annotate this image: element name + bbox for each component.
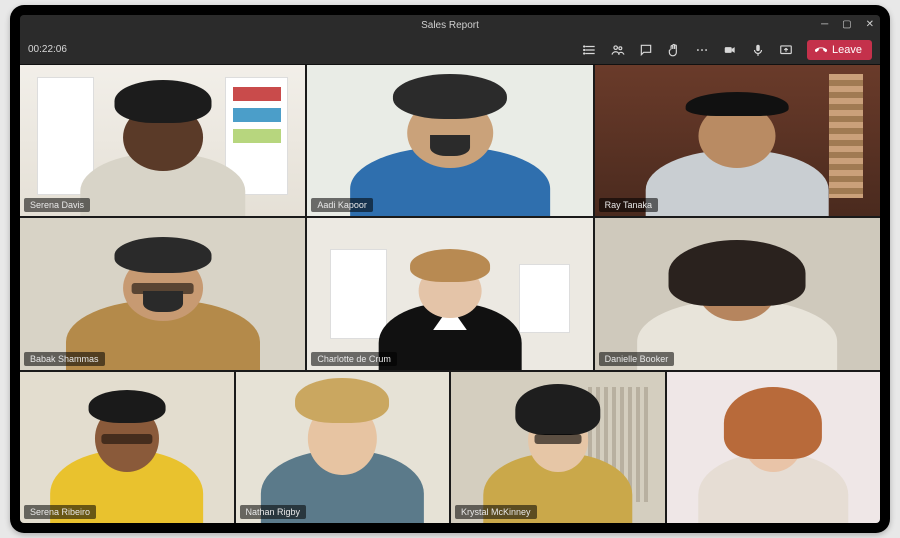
video-feed xyxy=(20,372,234,523)
window-controls: ─ ▢ ✕ xyxy=(821,15,874,35)
participant-tile[interactable] xyxy=(667,372,881,523)
participant-tile[interactable]: Ray Tanaka xyxy=(595,65,880,216)
video-feed xyxy=(595,218,880,369)
share-screen-icon[interactable] xyxy=(779,43,793,57)
video-feed xyxy=(307,218,592,369)
participant-name: Ray Tanaka xyxy=(599,198,658,212)
chat-icon[interactable] xyxy=(639,43,653,57)
participant-tile[interactable]: Serena Davis xyxy=(20,65,305,216)
participants-list-icon[interactable] xyxy=(583,43,597,57)
participant-name: Nathan Rigby xyxy=(240,505,307,519)
people-icon[interactable] xyxy=(611,43,625,57)
camera-icon[interactable] xyxy=(723,43,737,57)
video-feed xyxy=(20,65,305,216)
microphone-icon[interactable] xyxy=(751,43,765,57)
meeting-title: Sales Report xyxy=(421,20,479,31)
toolbar-actions: Leave xyxy=(583,40,872,60)
participant-name: Krystal McKinney xyxy=(455,505,537,519)
leave-button-label: Leave xyxy=(832,44,862,56)
participant-name: Charlotte de Crum xyxy=(311,352,397,366)
call-duration: 00:22:06 xyxy=(28,44,67,55)
video-feed xyxy=(595,65,880,216)
meeting-toolbar: 00:22:06 xyxy=(20,35,880,65)
video-feed xyxy=(236,372,450,523)
minimize-icon[interactable]: ─ xyxy=(821,20,828,30)
participant-name: Danielle Booker xyxy=(599,352,675,366)
video-grid: Serena Davis Aadi Kapoor Ray T xyxy=(20,65,880,523)
video-feed xyxy=(451,372,665,523)
title-bar: Sales Report ─ ▢ ✕ xyxy=(20,15,880,35)
more-actions-icon[interactable] xyxy=(695,43,709,57)
participant-tile[interactable]: Charlotte de Crum xyxy=(307,218,592,369)
raise-hand-icon[interactable] xyxy=(667,43,681,57)
participant-tile[interactable]: Babak Shammas xyxy=(20,218,305,369)
participant-tile[interactable]: Aadi Kapoor xyxy=(307,65,592,216)
video-feed xyxy=(20,218,305,369)
app-window: Sales Report ─ ▢ ✕ 00:22:06 xyxy=(20,15,880,523)
participant-tile[interactable]: Danielle Booker xyxy=(595,218,880,369)
close-icon[interactable]: ✕ xyxy=(866,20,874,30)
maximize-icon[interactable]: ▢ xyxy=(842,20,851,30)
participant-tile[interactable]: Nathan Rigby xyxy=(236,372,450,523)
participant-name: Serena Davis xyxy=(24,198,90,212)
video-feed xyxy=(307,65,592,216)
participant-name: Babak Shammas xyxy=(24,352,105,366)
video-feed xyxy=(667,372,881,523)
leave-button[interactable]: Leave xyxy=(807,40,872,60)
participant-tile[interactable]: Serena Ribeiro xyxy=(20,372,234,523)
participant-tile[interactable]: Krystal McKinney xyxy=(451,372,665,523)
device-frame: Sales Report ─ ▢ ✕ 00:22:06 xyxy=(10,5,890,533)
participant-name: Aadi Kapoor xyxy=(311,198,373,212)
participant-name: Serena Ribeiro xyxy=(24,505,96,519)
